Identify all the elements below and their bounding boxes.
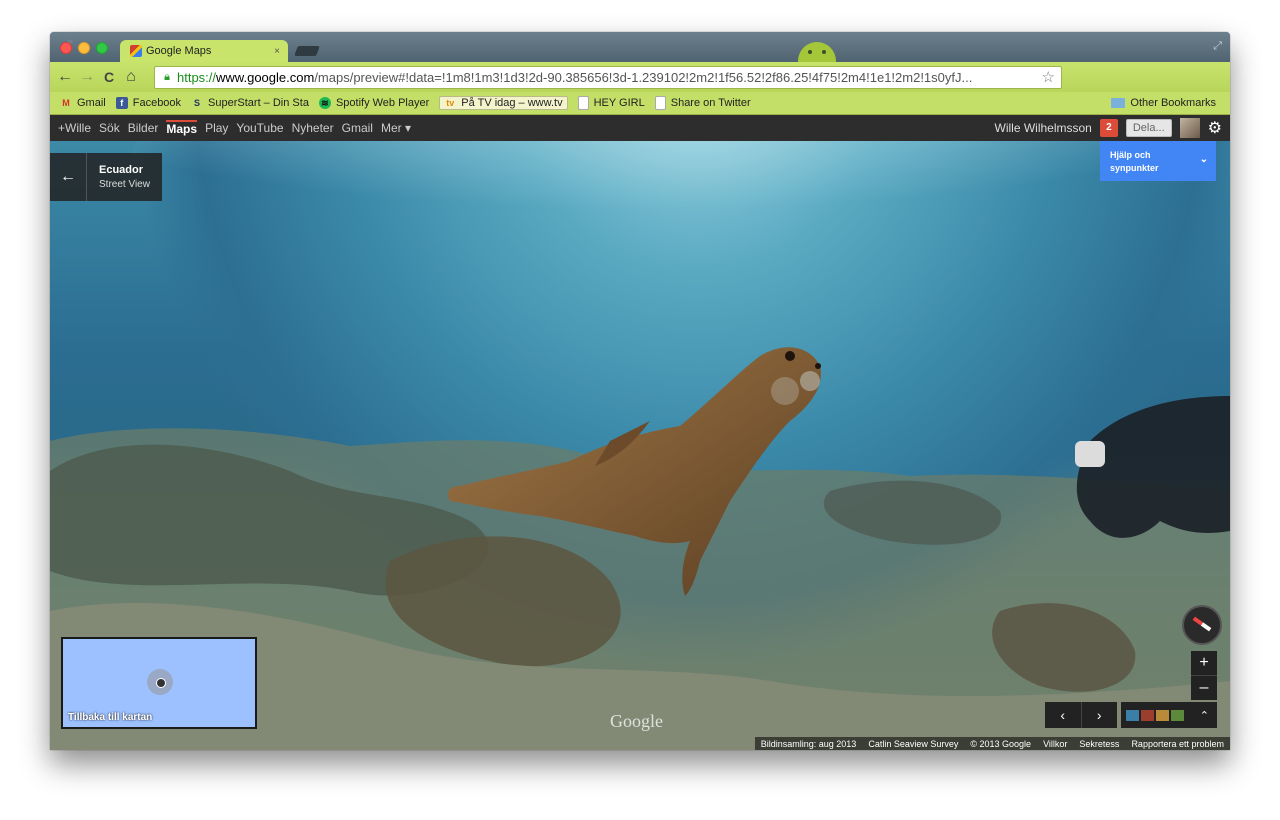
copyright: © 2013 Google <box>970 738 1032 749</box>
home-button[interactable]: ⌂ <box>120 68 142 86</box>
gmail-icon: M <box>62 98 70 108</box>
gear-icon[interactable]: ⚙︎ <box>1208 118 1222 138</box>
expand-filmstrip-icon[interactable]: ⌃ <box>1200 709 1209 722</box>
minimize-window-button[interactable] <box>78 42 90 54</box>
tab-title: Google Maps <box>146 45 212 57</box>
thumbnail[interactable] <box>1156 709 1169 721</box>
facebook-icon: f <box>115 97 128 109</box>
url-scheme: https:// <box>177 70 217 85</box>
google-bar: +Wille Sök Bilder Maps Play YouTube Nyhe… <box>50 115 1230 141</box>
tab-close-icon[interactable]: × <box>274 46 280 57</box>
compass-icon[interactable] <box>1182 605 1222 645</box>
place-subtitle: Street View <box>99 179 150 190</box>
pegman-marker-icon <box>147 669 173 695</box>
place-name: Ecuador <box>99 164 144 176</box>
folder-icon <box>1111 98 1126 108</box>
bookmark-superstart[interactable]: S SuperStart – Din Sta <box>191 97 309 109</box>
back-to-map-minimap[interactable]: Tillbaka till kartan <box>61 637 257 729</box>
avatar[interactable] <box>1179 118 1200 138</box>
browser-toolbar: ← → C ⌂ 🔒︎ https:// www.google.com /maps… <box>50 62 1230 115</box>
share-button[interactable]: Dela... <box>1125 119 1172 137</box>
gbar-link-plus[interactable]: +Wille <box>58 121 91 135</box>
zoom-out-button[interactable]: – <box>1191 676 1217 700</box>
thumbnail[interactable] <box>1126 709 1139 721</box>
minimap-label: Tillbaka till kartan <box>68 712 153 723</box>
gbar-link-images[interactable]: Bilder <box>128 121 159 135</box>
filmstrip: ⌃ <box>1121 702 1217 728</box>
zoom-window-button[interactable] <box>96 42 108 54</box>
footer-bar: Bildinsamling: aug 2013 Catlin Seaview S… <box>754 737 1230 750</box>
bookmarks-bar: M Gmail f Facebook S SuperStart – Din St… <box>50 92 1230 115</box>
tab-strip: Google Maps × ⤢ <box>50 32 1230 62</box>
android-theme-icon <box>792 36 842 62</box>
url-host: www.google.com <box>216 70 315 85</box>
back-arrow-icon[interactable]: ← <box>50 153 87 201</box>
lock-icon: 🔒︎ <box>164 71 170 83</box>
bookmark-star-icon[interactable]: ☆ <box>1042 68 1055 86</box>
zoom-control: + – <box>1191 651 1217 700</box>
tv-icon: tv <box>446 98 455 108</box>
tab-google-maps[interactable]: Google Maps × <box>120 40 288 62</box>
bookmark-hey-girl[interactable]: HEY GIRL <box>577 96 645 110</box>
page-icon <box>577 96 589 110</box>
user-name[interactable]: Wille Wilhelmsson <box>995 121 1092 135</box>
browser-window: Google Maps × ⤢ ← → C ⌂ 🔒︎ https:// www.… <box>50 32 1230 750</box>
address-bar[interactable]: 🔒︎ https:// www.google.com /maps/preview… <box>154 66 1062 89</box>
forward-button[interactable]: → <box>76 68 98 86</box>
new-tab-button[interactable] <box>294 46 320 56</box>
bookmark-pa-tv-idag[interactable]: tv På TV idag – www.tv <box>439 96 568 110</box>
thumbnail[interactable] <box>1171 709 1184 721</box>
close-window-button[interactable] <box>60 42 72 54</box>
next-photo-button[interactable]: › <box>1082 702 1118 728</box>
bookmark-gmail[interactable]: M Gmail <box>60 97 105 109</box>
photo-nav: ‹ › <box>1045 702 1117 728</box>
gbar-link-play[interactable]: Play <box>205 121 228 135</box>
gbar-link-gmail[interactable]: Gmail <box>342 121 373 135</box>
gbar-link-youtube[interactable]: YouTube <box>236 121 283 135</box>
url-path: /maps/preview#!data=!1m8!1m3!1d3!2d-90.3… <box>314 70 973 85</box>
maps-favicon-icon <box>130 45 142 57</box>
terms-link[interactable]: Villkor <box>1043 739 1067 749</box>
zoom-in-button[interactable]: + <box>1191 651 1217 676</box>
report-problem-link[interactable]: Rapportera ett problem <box>1131 739 1224 749</box>
fullscreen-icon[interactable]: ⤢ <box>1213 40 1222 53</box>
thumbnail[interactable] <box>1141 709 1154 721</box>
gbar-link-more[interactable]: Mer ▾ <box>381 121 411 135</box>
superstart-icon: S <box>194 98 201 108</box>
notifications-badge[interactable]: 2 <box>1099 119 1118 137</box>
gbar-link-search[interactable]: Sök <box>99 121 120 135</box>
back-button[interactable]: ← <box>54 68 76 86</box>
chevron-down-icon: ⌄ <box>1199 154 1208 165</box>
spotify-icon: ≋ <box>318 97 331 109</box>
google-watermark: Google <box>610 711 663 731</box>
image-credit[interactable]: Catlin Seaview Survey <box>868 739 958 749</box>
bookmark-share-on-twitter[interactable]: Share on Twitter <box>654 96 751 110</box>
page-icon <box>654 96 666 110</box>
gbar-account-area: Wille Wilhelmsson 2 Dela... ⚙︎ <box>995 115 1231 141</box>
other-bookmarks[interactable]: Other Bookmarks <box>1111 97 1216 109</box>
gbar-link-maps[interactable]: Maps <box>166 120 198 136</box>
bookmark-spotify[interactable]: ≋ Spotify Web Player <box>318 97 429 109</box>
previous-photo-button[interactable]: ‹ <box>1045 702 1082 728</box>
help-feedback-button[interactable]: Hjälp och synpunkter ⌄ <box>1100 141 1216 181</box>
location-card: ← Ecuador Street View <box>50 153 162 201</box>
privacy-link[interactable]: Sekretess <box>1079 739 1119 749</box>
bookmark-facebook[interactable]: f Facebook <box>115 97 181 109</box>
gbar-link-news[interactable]: Nyheter <box>292 121 334 135</box>
street-view-panorama[interactable]: ← Ecuador Street View Hjälp och synpunkt… <box>50 141 1230 750</box>
image-capture-date: Bildinsamling: aug 2013 <box>760 738 857 749</box>
reload-button[interactable]: C <box>98 69 120 85</box>
